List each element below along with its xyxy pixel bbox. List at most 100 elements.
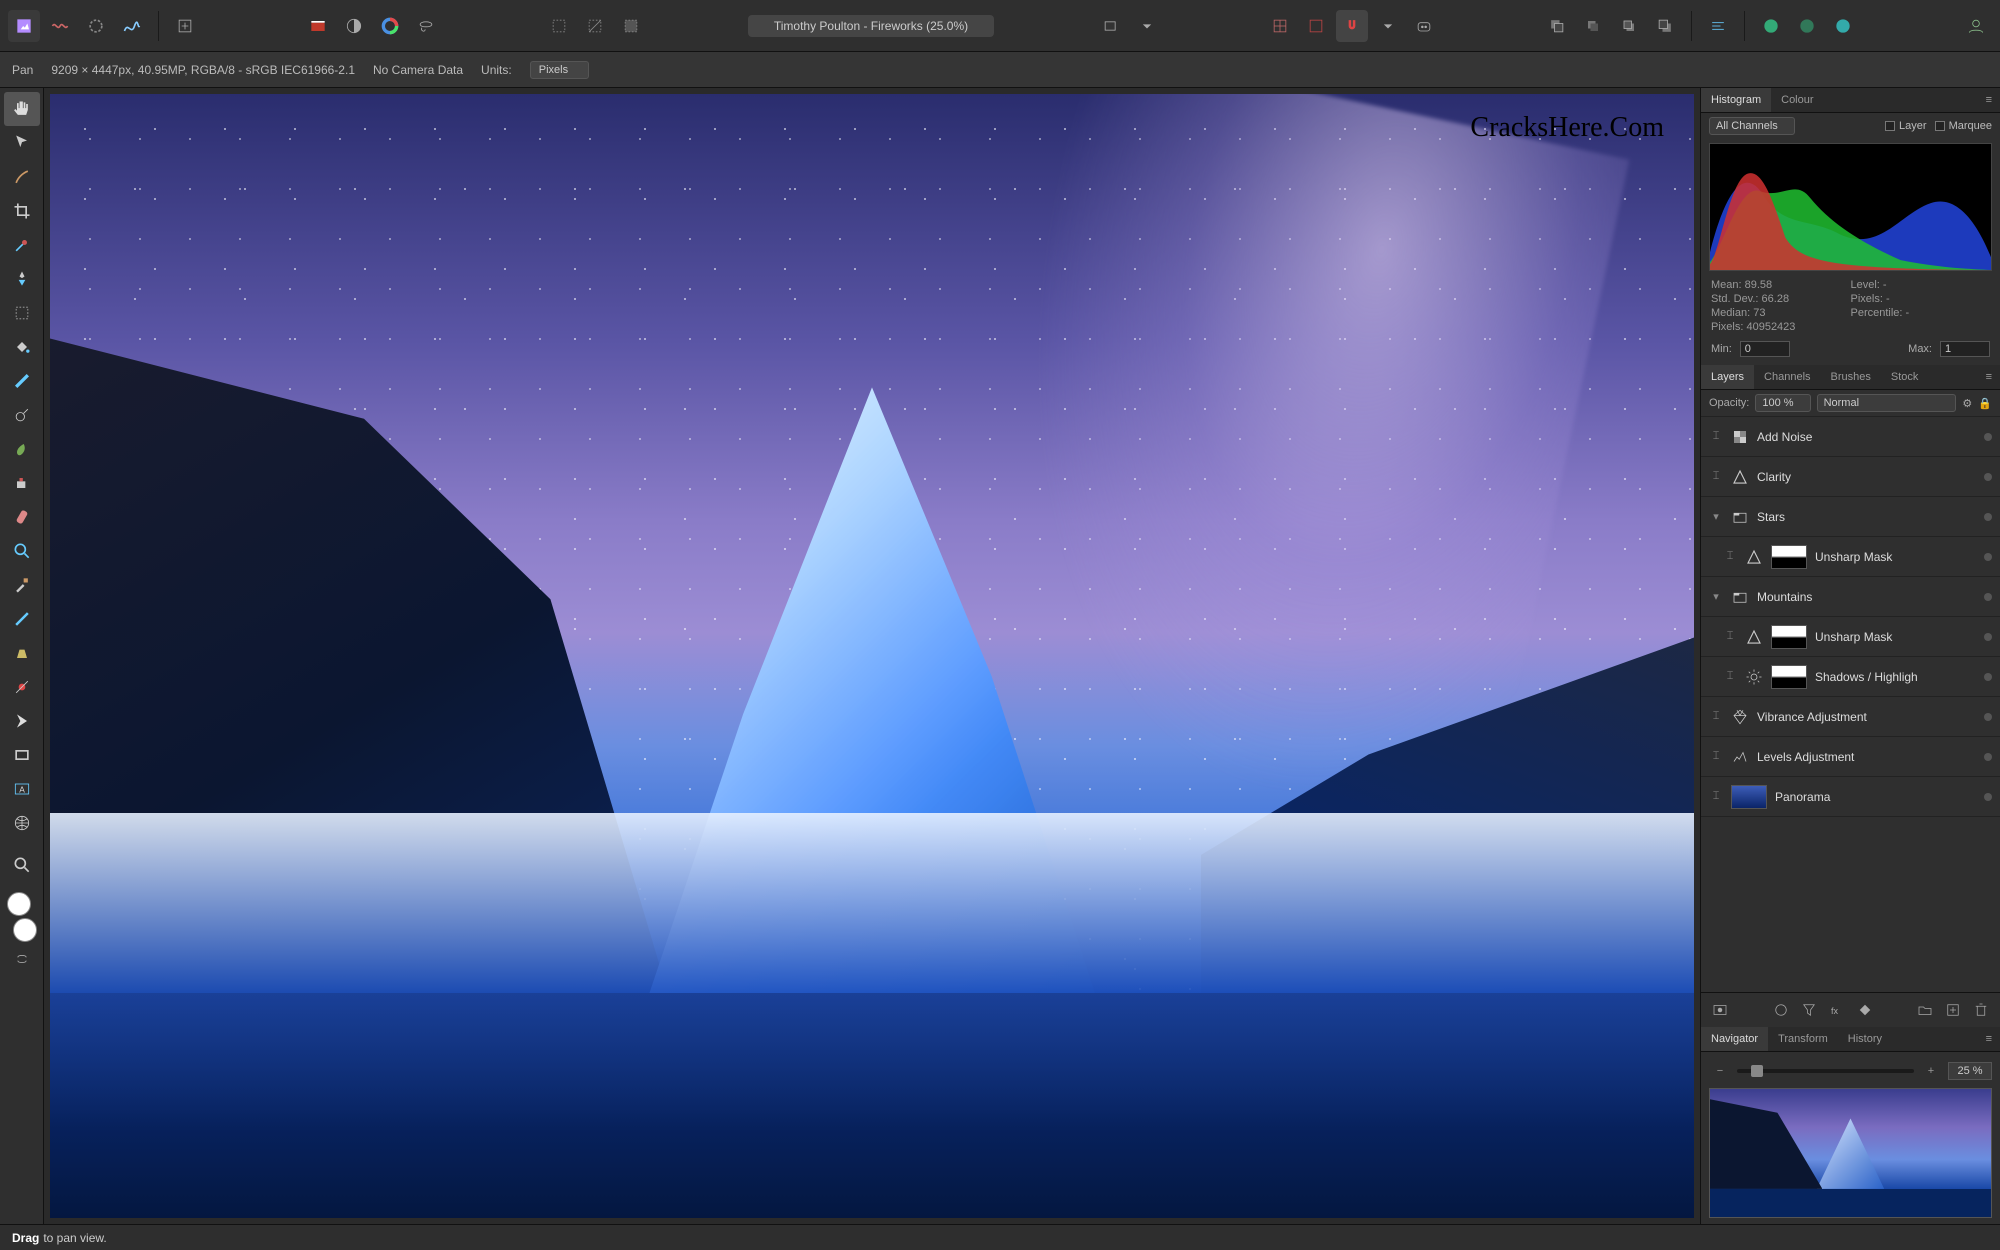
add-layer-button[interactable] xyxy=(1755,10,1787,42)
group-button[interactable] xyxy=(1914,999,1936,1021)
live-filter-button[interactable] xyxy=(1798,999,1820,1021)
pen-tool[interactable] xyxy=(4,704,40,738)
visibility-toggle[interactable]: ⌶ xyxy=(1723,630,1737,643)
zoom-value[interactable]: 25 % xyxy=(1948,1062,1992,1080)
rectangle-tool[interactable] xyxy=(4,738,40,772)
photo-persona-button[interactable] xyxy=(8,10,40,42)
assistant-button[interactable] xyxy=(1408,10,1440,42)
clone-tool[interactable] xyxy=(4,466,40,500)
blend-mode-select[interactable]: Normal xyxy=(1817,394,1957,412)
zoom-slider[interactable] xyxy=(1737,1069,1914,1073)
paint-brush-tool[interactable] xyxy=(4,160,40,194)
swap-swatch-icon[interactable] xyxy=(4,942,40,976)
crop-tool[interactable] xyxy=(4,194,40,228)
tab-histogram[interactable]: Histogram xyxy=(1701,88,1771,112)
panel-menu-icon[interactable]: ≡ xyxy=(1978,90,2000,110)
gradient-tool[interactable] xyxy=(4,364,40,398)
add-pixel-layer-button[interactable] xyxy=(1942,999,1964,1021)
secondary-swatch[interactable] xyxy=(13,918,37,942)
export-persona-button[interactable] xyxy=(169,10,201,42)
fx-button[interactable]: fx xyxy=(1826,999,1848,1021)
tab-colour[interactable]: Colour xyxy=(1771,88,1823,112)
zoom-in-button[interactable]: + xyxy=(1920,1060,1942,1082)
color-picker-button[interactable] xyxy=(302,10,334,42)
visibility-toggle[interactable]: ⌶ xyxy=(1723,670,1737,683)
color-picker-tool[interactable] xyxy=(4,848,40,882)
layer-row[interactable]: ⌶Unsharp Mask xyxy=(1701,537,2000,577)
guides-toggle-button[interactable] xyxy=(1300,10,1332,42)
panel-menu-icon[interactable]: ≡ xyxy=(1978,1029,2000,1049)
channel-select[interactable]: All Channels xyxy=(1709,117,1795,135)
red-eye-tool[interactable] xyxy=(4,670,40,704)
tab-stock[interactable]: Stock xyxy=(1881,365,1929,389)
selection-brush-tool[interactable] xyxy=(4,228,40,262)
contrast-button[interactable] xyxy=(338,10,370,42)
tab-history[interactable]: History xyxy=(1838,1027,1892,1051)
arrange-backward-button[interactable] xyxy=(1577,10,1609,42)
zoom-out-button[interactable]: − xyxy=(1709,1060,1731,1082)
smudge-tool[interactable] xyxy=(4,432,40,466)
gear-icon[interactable]: ⚙ xyxy=(1962,397,1972,410)
max-input[interactable] xyxy=(1940,341,1990,357)
tab-layers[interactable]: Layers xyxy=(1701,365,1754,389)
arrange-forward-button[interactable] xyxy=(1613,10,1645,42)
quicklook-button[interactable] xyxy=(1095,10,1127,42)
layer-row[interactable]: ⌶Vibrance Adjustment xyxy=(1701,697,2000,737)
flood-fill-tool[interactable] xyxy=(4,330,40,364)
develop-persona-button[interactable] xyxy=(80,10,112,42)
eyedropper-tool[interactable] xyxy=(4,568,40,602)
grid-toggle-button[interactable] xyxy=(1264,10,1296,42)
pan-tool[interactable] xyxy=(4,92,40,126)
snapping-toggle-button[interactable] xyxy=(1336,10,1368,42)
visibility-toggle[interactable]: ⌶ xyxy=(1709,750,1723,763)
tab-transform[interactable]: Transform xyxy=(1768,1027,1838,1051)
marquee-tool[interactable] xyxy=(4,296,40,330)
flood-select-tool[interactable] xyxy=(4,262,40,296)
align-button[interactable] xyxy=(1702,10,1734,42)
layer-row[interactable]: ▾Stars xyxy=(1701,497,2000,537)
perspective-tool[interactable] xyxy=(4,636,40,670)
visibility-toggle[interactable]: ⌶ xyxy=(1709,710,1723,723)
min-input[interactable] xyxy=(1740,341,1790,357)
marquee-checkbox[interactable]: Marquee xyxy=(1935,120,1992,132)
layer-row[interactable]: ▾Mountains xyxy=(1701,577,2000,617)
visibility-toggle[interactable]: ⌶ xyxy=(1723,550,1737,563)
navigator-preview[interactable] xyxy=(1709,1088,1992,1218)
layer-row[interactable]: ⌶Add Noise xyxy=(1701,417,2000,457)
visibility-toggle[interactable]: ⌶ xyxy=(1709,790,1723,803)
tab-brushes[interactable]: Brushes xyxy=(1821,365,1881,389)
expand-icon[interactable]: ▾ xyxy=(1709,510,1723,523)
color-wheel-button[interactable] xyxy=(374,10,406,42)
snap-dropdown-icon[interactable] xyxy=(1372,10,1404,42)
layer-row[interactable]: ⌶Levels Adjustment xyxy=(1701,737,2000,777)
mesh-warp-tool[interactable] xyxy=(4,806,40,840)
dodge-tool[interactable] xyxy=(4,398,40,432)
units-select[interactable]: Pixels xyxy=(530,61,589,79)
account-button[interactable] xyxy=(1960,10,1992,42)
layer-row[interactable]: ⌶Panorama xyxy=(1701,777,2000,817)
zoom-tool[interactable] xyxy=(4,534,40,568)
panel-menu-icon[interactable]: ≡ xyxy=(1978,367,2000,387)
healing-brush-tool[interactable] xyxy=(4,500,40,534)
add-fx-button[interactable] xyxy=(1827,10,1859,42)
select-all-button[interactable] xyxy=(543,10,575,42)
primary-swatch[interactable] xyxy=(7,892,31,916)
arrange-front-button[interactable] xyxy=(1649,10,1681,42)
visibility-toggle[interactable]: ⌶ xyxy=(1709,430,1723,443)
layer-row[interactable]: ⌶Unsharp Mask xyxy=(1701,617,2000,657)
mask-layer-button[interactable] xyxy=(1709,999,1731,1021)
layer-checkbox[interactable]: Layer xyxy=(1885,120,1927,132)
blend-ranges-button[interactable] xyxy=(1854,999,1876,1021)
dropdown-icon[interactable] xyxy=(1131,10,1163,42)
layer-row[interactable]: ⌶Shadows / Highligh xyxy=(1701,657,2000,697)
arrange-back-button[interactable] xyxy=(1541,10,1573,42)
lock-icon[interactable]: 🔒 xyxy=(1978,397,1992,410)
opacity-field[interactable]: 100 % xyxy=(1755,394,1810,412)
layer-row[interactable]: ⌶Clarity xyxy=(1701,457,2000,497)
expand-icon[interactable]: ▾ xyxy=(1709,590,1723,603)
invert-selection-button[interactable] xyxy=(615,10,647,42)
tonemap-persona-button[interactable] xyxy=(116,10,148,42)
text-tool[interactable]: A xyxy=(4,772,40,806)
adjustment-button[interactable] xyxy=(1770,999,1792,1021)
add-mask-button[interactable] xyxy=(1791,10,1823,42)
